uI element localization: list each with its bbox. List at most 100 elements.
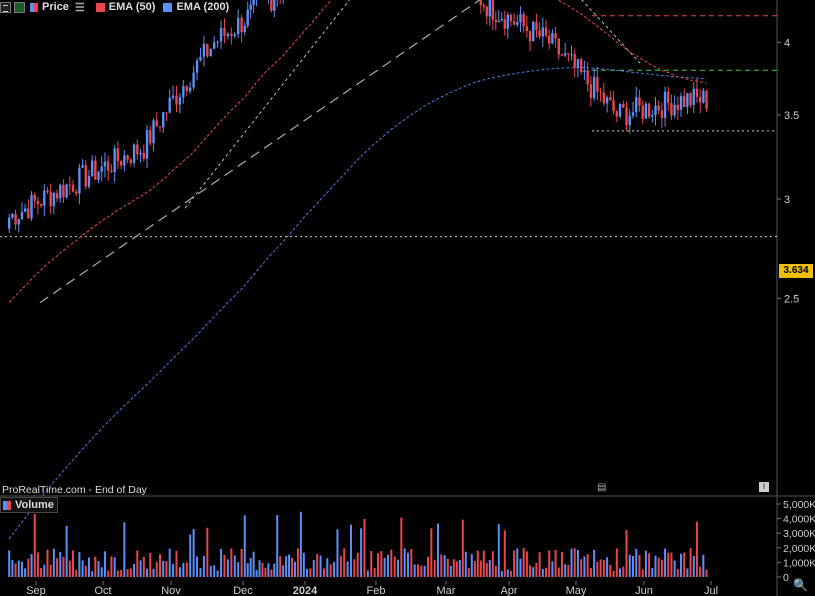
volume-bar [312, 560, 315, 577]
volume-bar [252, 551, 255, 577]
volume-tick-label: 5,000K [783, 499, 815, 511]
volume-bar [175, 550, 178, 577]
candle-body [673, 104, 676, 116]
candle-body [119, 161, 123, 166]
volume-bar [670, 552, 673, 577]
volume-bar [202, 555, 205, 577]
volume-bar [230, 548, 233, 577]
candle-body [638, 97, 641, 106]
chart-legend: Price ☰ EMA (50) EMA (200) [0, 0, 235, 14]
candle-body [554, 32, 557, 39]
volume-bar [110, 556, 113, 577]
candle-body [612, 100, 615, 112]
up-arrow-icon[interactable] [14, 1, 25, 13]
volume-bar [120, 569, 123, 577]
candle-body [705, 90, 708, 109]
candle-body [75, 191, 78, 194]
volume-bar [609, 564, 612, 577]
candle-body [103, 161, 107, 167]
volume-bar [541, 569, 544, 577]
candle-body [618, 103, 622, 117]
y-tick-label: 3 [784, 194, 790, 206]
candle-body [246, 9, 249, 26]
volume-bar [223, 554, 226, 577]
volume-bar [349, 524, 352, 577]
legend-settings[interactable]: ☰ [75, 1, 88, 14]
candle-body [576, 59, 580, 68]
volume-bar [113, 557, 116, 577]
candle-body [209, 48, 212, 57]
candle-body [663, 91, 667, 118]
volume-bar [136, 550, 139, 577]
candle-body [516, 22, 519, 25]
info-icon[interactable]: i [759, 482, 769, 492]
candle-body [488, 0, 491, 17]
legend-ema50-label: EMA (50) [108, 1, 156, 13]
volume-bar [455, 561, 458, 577]
candle-body [609, 97, 612, 101]
volume-bar [107, 570, 110, 577]
volume-bar [233, 555, 236, 577]
candle-body [570, 54, 573, 56]
volume-bar [573, 548, 576, 577]
candle-body [171, 95, 175, 98]
candle-body [199, 56, 202, 61]
legend-ema200[interactable]: EMA (200) [161, 1, 229, 13]
volume-bar [509, 570, 512, 577]
volume-legend[interactable]: Volume [0, 497, 58, 513]
candle-body [46, 190, 49, 193]
candle-body [152, 120, 155, 144]
legend-price[interactable]: Price [28, 1, 69, 13]
volume-bar [427, 556, 429, 577]
volume-bar [689, 548, 692, 577]
candle-body [625, 107, 628, 126]
volume-bar [20, 561, 23, 577]
volume-color-icon [3, 500, 11, 510]
volume-bar [59, 551, 62, 577]
zoom-icon[interactable]: 🔍 [793, 578, 808, 592]
volume-bar [657, 557, 660, 577]
volume-bar [413, 564, 416, 577]
volume-bar [532, 567, 535, 577]
volume-bar [75, 569, 78, 577]
volume-bar [417, 564, 419, 577]
volume-bar [622, 566, 625, 577]
candle-body [679, 96, 683, 110]
volume-bar [246, 563, 249, 577]
volume-bar [660, 559, 663, 577]
volume-bar [473, 561, 476, 577]
candle-body [670, 102, 673, 116]
x-tick-label: May [566, 585, 587, 596]
candle-body [644, 103, 648, 119]
volume-bar [185, 562, 188, 577]
volume-bar [596, 561, 599, 577]
volume-bar [216, 570, 219, 577]
price-chart[interactable]: 6.565.554.543.532.5 5,000K4,000K3,000K2,… [0, 0, 815, 596]
candle-body [695, 88, 699, 98]
volume-bar [255, 570, 258, 577]
volume-bar [538, 552, 541, 577]
candle-body [189, 87, 192, 92]
candle-body [519, 14, 522, 23]
legend-ema50[interactable]: EMA (50) [94, 1, 156, 13]
volume-bar [593, 549, 596, 577]
volume-bar [705, 569, 708, 577]
volume-bar [339, 555, 342, 577]
volume-bar [329, 564, 332, 577]
menu-icon[interactable] [0, 1, 11, 13]
volume-bar [158, 554, 161, 577]
candle-body [33, 194, 36, 201]
candle-body [635, 97, 638, 113]
candle-body [162, 112, 165, 128]
candle-body [168, 97, 171, 113]
candle-body [116, 148, 120, 162]
candle-body [273, 0, 276, 11]
calendar-icon[interactable]: ▤ [597, 482, 606, 493]
volume-bar [270, 569, 273, 577]
candle-body [139, 152, 142, 155]
candle-body [243, 25, 246, 33]
volume-bar [309, 568, 312, 577]
volume-bar [243, 515, 246, 577]
candle-body [599, 91, 602, 93]
volume-bar [165, 561, 168, 577]
